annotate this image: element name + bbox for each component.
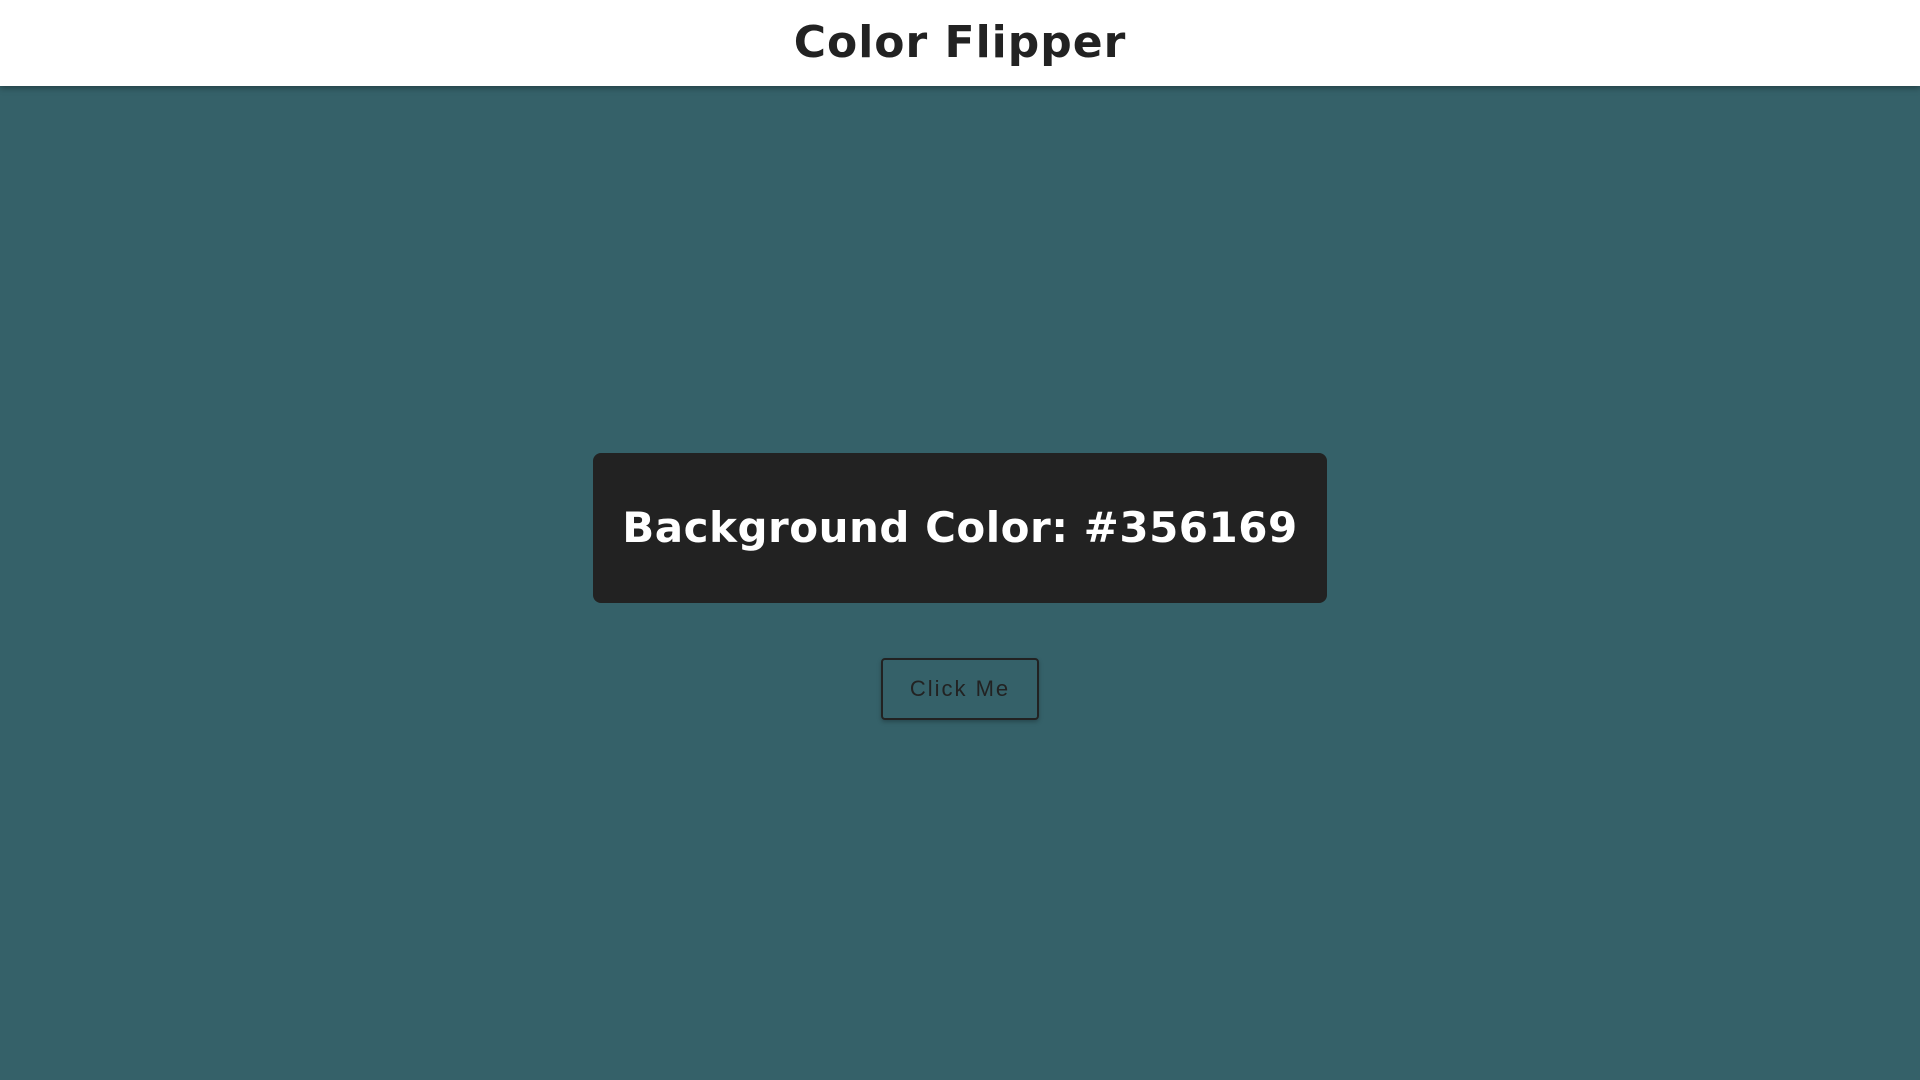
color-label: Background Color: (622, 503, 1084, 552)
main-area: Background Color: #356169 Click Me (0, 86, 1920, 1080)
page-title: Color Flipper (793, 17, 1127, 68)
click-me-button[interactable]: Click Me (881, 658, 1039, 720)
color-value: #356169 (1083, 503, 1298, 552)
color-display-text: Background Color: #356169 (622, 507, 1297, 549)
header: Color Flipper (0, 0, 1920, 86)
color-display-panel: Background Color: #356169 (593, 453, 1327, 603)
